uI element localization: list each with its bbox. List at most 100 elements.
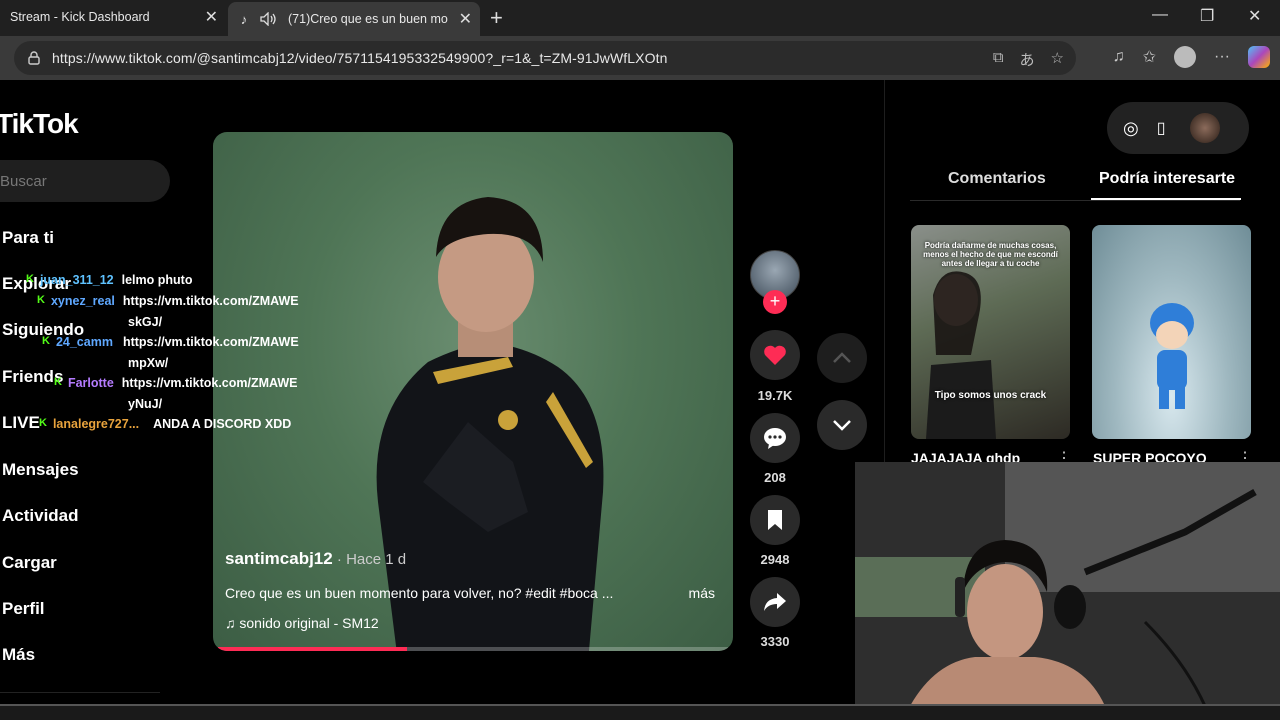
chat-message: K juan_311_12 lelmo phuto xyxy=(26,273,192,287)
media-control-icon[interactable]: ♫ xyxy=(1113,48,1125,66)
favorites-icon[interactable]: ✩ xyxy=(1143,47,1156,67)
kick-badge-icon: K xyxy=(37,294,45,306)
pocoyo-figure xyxy=(1150,303,1194,409)
chat-text: https://vm.tiktok.com/ZMAWE xyxy=(121,376,298,390)
previous-video-button[interactable] xyxy=(817,333,867,383)
video-caption: Creo que es un buen momento para volver,… xyxy=(225,585,614,601)
comment-button[interactable] xyxy=(750,413,800,463)
follow-plus-button[interactable]: + xyxy=(763,290,787,314)
sidebar-item-para-ti[interactable]: Para ti xyxy=(2,228,54,248)
chat-text-continued: yNuJ/ xyxy=(128,397,163,411)
close-tab-icon[interactable]: ✕ xyxy=(205,7,218,27)
chat-text: ANDA A DISCORD XDD xyxy=(153,417,292,431)
sound-name[interactable]: sonido original - SM12 xyxy=(239,615,378,631)
translate-icon[interactable]: あ xyxy=(1020,49,1035,70)
share-icon xyxy=(764,593,786,611)
chat-message: K xynez_real https://vm.tiktok.com/ZMAWE xyxy=(37,294,299,308)
tab-kick-dashboard[interactable]: Stream - Kick Dashboard ✕ xyxy=(0,0,226,34)
thumb-overlay-caption: Tipo somos unos crack xyxy=(934,390,1047,401)
chat-message: K Farlotte https://vm.tiktok.com/ZMAWE xyxy=(54,376,298,390)
share-button[interactable] xyxy=(750,577,800,627)
minimize-icon[interactable]: — xyxy=(1152,6,1168,24)
chat-text: lelmo phuto xyxy=(121,273,193,287)
like-button[interactable] xyxy=(750,330,800,380)
chevron-up-icon xyxy=(833,352,851,363)
taskbar-strip xyxy=(0,706,1280,720)
video-player[interactable]: santimcabj12 · Hace 1 d Creo que es un b… xyxy=(213,132,733,651)
tab-title: Stream - Kick Dashboard xyxy=(10,10,150,24)
url-field[interactable]: https://www.tiktok.com/@santimcabj12/vid… xyxy=(14,41,1076,75)
share-count: 3330 xyxy=(760,634,790,649)
address-bar: https://www.tiktok.com/@santimcabj12/vid… xyxy=(0,36,1280,80)
user-avatar[interactable] xyxy=(1189,113,1220,143)
restore-icon[interactable]: ❐ xyxy=(1200,6,1214,26)
url-text: https://www.tiktok.com/@santimcabj12/vid… xyxy=(52,50,668,66)
webcam-overlay xyxy=(855,462,1280,706)
open-in-app-icon[interactable]: ⧉ xyxy=(993,49,1004,70)
chat-username: 24_camm xyxy=(55,335,113,349)
suggested-video-card[interactable] xyxy=(1092,225,1251,439)
browser-tab-bar: Stream - Kick Dashboard ✕ ♪ (71)Creo que… xyxy=(0,0,1280,36)
comment-icon xyxy=(764,428,786,449)
search-input[interactable]: Buscar xyxy=(0,160,170,202)
bookmark-icon xyxy=(768,510,782,530)
music-note-icon: ♫ xyxy=(225,615,240,631)
sidebar-item-perfil[interactable]: Perfil xyxy=(2,599,45,619)
close-tab-icon[interactable]: ✕ xyxy=(459,9,472,29)
webcam-scene-figure xyxy=(855,462,1280,706)
video-progress-fill xyxy=(218,647,407,651)
sidebar-item-cargar[interactable]: Cargar xyxy=(2,553,57,573)
suggested-video-card[interactable]: Podría dañarme de muchas cosas, menos el… xyxy=(911,225,1070,439)
like-count: 19.7K xyxy=(757,388,793,403)
kick-badge-icon: K xyxy=(42,335,50,347)
comment-count: 208 xyxy=(764,470,786,485)
favorite-star-icon[interactable]: ☆ xyxy=(1051,49,1064,70)
profile-avatar[interactable] xyxy=(1174,46,1197,68)
chat-username: lanalegre727... xyxy=(52,417,140,431)
coins-icon[interactable]: ◎ xyxy=(1123,118,1139,139)
chat-message: K lanalegre727... ANDA A DISCORD XDD xyxy=(39,417,291,431)
tiktok-page: TikTok Buscar Para ti Explorar Siguiendo… xyxy=(0,80,1280,706)
chat-username: Farlotte xyxy=(67,376,114,390)
video-author[interactable]: santimcabj12 xyxy=(225,549,333,568)
tab-podria-interesarte[interactable]: Podría interesarte xyxy=(1099,170,1235,188)
next-video-button[interactable] xyxy=(817,400,867,450)
tab-title: (71)Creo que es un buen mo xyxy=(288,12,448,26)
save-count: 2948 xyxy=(760,552,790,567)
tiktok-favicon-icon: ♪ xyxy=(240,11,248,27)
chat-text-continued: mpXw/ xyxy=(128,356,169,370)
close-window-icon[interactable]: ✕ xyxy=(1248,6,1261,26)
kick-badge-icon: K xyxy=(39,417,47,429)
sidebar-item-actividad[interactable]: Actividad xyxy=(2,506,79,526)
chat-text-continued: skGJ/ xyxy=(128,315,163,329)
chat-username: xynez_real xyxy=(50,294,115,308)
tiktok-logo[interactable]: TikTok xyxy=(0,108,79,140)
tab-comentarios[interactable]: Comentarios xyxy=(948,170,1046,188)
heart-icon xyxy=(764,345,786,365)
copilot-icon[interactable] xyxy=(1248,46,1270,68)
tab-tiktok-video[interactable]: ♪ (71)Creo que es un buen mo ✕ xyxy=(228,2,480,36)
tabs-baseline xyxy=(910,200,1240,201)
chat-message: K 24_camm https://vm.tiktok.com/ZMAWE xyxy=(42,335,299,349)
sidebar-divider xyxy=(0,692,160,693)
speaker-icon[interactable] xyxy=(260,12,278,26)
device-icon[interactable]: ▯ xyxy=(1157,118,1166,138)
save-button[interactable] xyxy=(750,495,800,545)
sidebar-item-mas[interactable]: Más xyxy=(2,645,35,665)
kick-badge-icon: K xyxy=(54,376,62,388)
chevron-down-icon xyxy=(833,420,851,431)
sidebar-item-live[interactable]: LIVE xyxy=(2,413,40,433)
active-tab-underline xyxy=(1091,198,1241,200)
kick-badge-icon: K xyxy=(26,273,34,285)
chat-text: https://vm.tiktok.com/ZMAWE xyxy=(122,294,299,308)
video-progress-bar[interactable] xyxy=(218,647,728,651)
more-menu-icon[interactable]: ··· xyxy=(1214,48,1230,66)
sidebar-item-mensajes[interactable]: Mensajes xyxy=(2,460,79,480)
chat-username: juan_311_12 xyxy=(39,273,114,287)
site-info-icon[interactable] xyxy=(26,50,42,66)
video-time: · Hace 1 d xyxy=(332,551,407,568)
more-link[interactable]: más xyxy=(689,585,715,601)
thumb-person-figure xyxy=(926,271,996,439)
new-tab-button[interactable]: + xyxy=(490,5,503,31)
top-right-controls: ◎ ▯ xyxy=(1107,102,1249,154)
